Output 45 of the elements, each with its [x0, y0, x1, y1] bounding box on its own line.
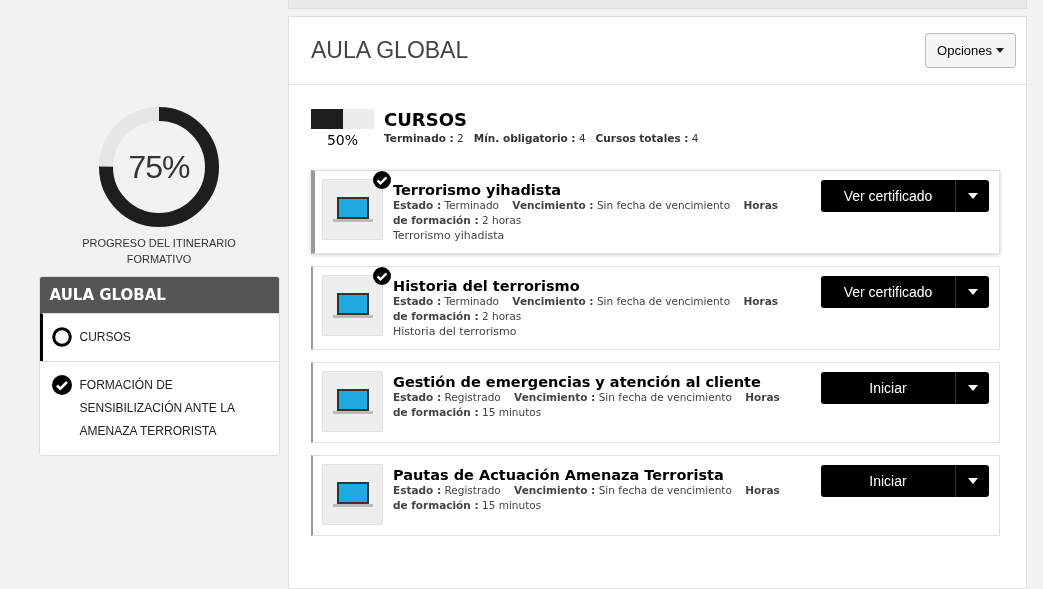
course-card[interactable]: Pautas de Actuación Amenaza Terrorista Estado : Registrado Vencimiento : Sin fecha de vencimiento Horas de formación : 15 minutos Iniciar — [311, 455, 1000, 536]
course-details: Estado : Registrado Vencimiento : Sin fecha de vencimiento Horas de formación : 15 minutos — [393, 483, 781, 513]
action-button-group[interactable]: Iniciar — [821, 465, 989, 497]
course-details: Estado : Terminado Vencimiento : Sin fecha de vencimiento Horas de formación : 2 horas — [393, 294, 779, 324]
options-button[interactable]: Opciones — [925, 33, 1016, 68]
action-button-group[interactable]: Ver certificado — [821, 276, 989, 308]
course-description: Terrorismo yihadista — [393, 228, 506, 243]
course-title[interactable]: Historia del terrorismo — [393, 278, 811, 294]
course-details: Estado : Registrado Vencimiento : Sin fecha de vencimiento Horas de formación : 15 minutos — [393, 390, 781, 420]
dropdown-button[interactable] — [955, 180, 989, 212]
course-title[interactable]: Gestión de emergencias y atención al cliente — [393, 374, 811, 390]
course-card[interactable]: Historia del terrorismo Estado : Terminado Vencimiento : Sin fecha de vencimiento Horas de formación : 2 horas Historia del terrorismo Ver certificado — [311, 266, 1000, 350]
action-button[interactable]: Ver certificado — [821, 180, 955, 212]
laptop-icon — [332, 479, 373, 510]
caret-icon — [967, 193, 978, 199]
course-details: Estado : Terminado Vencimiento : Sin fecha de vencimiento Horas de formación : 2 horas — [393, 198, 779, 228]
dropdown-button[interactable] — [955, 372, 989, 404]
laptop-icon — [332, 194, 373, 225]
section-title: CURSOS — [384, 109, 468, 130]
sidebar-item[interactable]: FORMACIÓN DE SENSIBILIZACIÓN ANTE LA AMENAZA TERRORISTA — [39, 361, 279, 455]
action-button[interactable]: Iniciar — [821, 465, 955, 497]
dropdown-button[interactable] — [955, 276, 989, 308]
course-title[interactable]: Pautas de Actuación Amenaza Terrorista — [393, 467, 811, 483]
sidebar-title: AULA GLOBAL — [39, 277, 279, 313]
action-button[interactable]: Ver certificado — [821, 276, 955, 308]
course-description: Historia del terrorismo — [393, 324, 518, 339]
laptop-icon — [332, 290, 373, 321]
course-card[interactable]: Terrorismo yihadista Estado : Terminado Vencimiento : Sin fecha de vencimiento Horas de formación : 2 horas Terrorismo yihadista Ver certificado — [311, 170, 1000, 254]
progress-percent: 50% — [326, 132, 359, 148]
caret-icon — [996, 48, 1004, 53]
page-title: AULA GLOBAL — [311, 37, 469, 64]
caret-icon — [967, 289, 978, 295]
sidebar-item[interactable]: CURSOS — [39, 313, 279, 361]
progress-caption: PROGRESO DEL ITINERARIO FORMATIVO — [81, 236, 237, 267]
laptop-icon — [332, 386, 373, 417]
action-button-group[interactable]: Ver certificado — [821, 180, 989, 212]
action-button[interactable]: Iniciar — [821, 372, 955, 404]
course-card[interactable]: Gestión de emergencias y atención al cliente Estado : Registrado Vencimiento : Sin fecha de vencimiento Horas de formación : 15 minutos Iniciar — [311, 362, 1000, 443]
caret-icon — [967, 478, 978, 484]
course-stats: Terminado : 2 Mín. obligatorio : 4 Cursos totales : 4 — [384, 132, 699, 144]
caret-icon — [967, 385, 978, 391]
course-title[interactable]: Terrorismo yihadista — [393, 182, 811, 198]
action-button-group[interactable]: Iniciar — [821, 372, 989, 404]
progress-value: 75% — [127, 147, 191, 187]
dropdown-button[interactable] — [955, 465, 989, 497]
